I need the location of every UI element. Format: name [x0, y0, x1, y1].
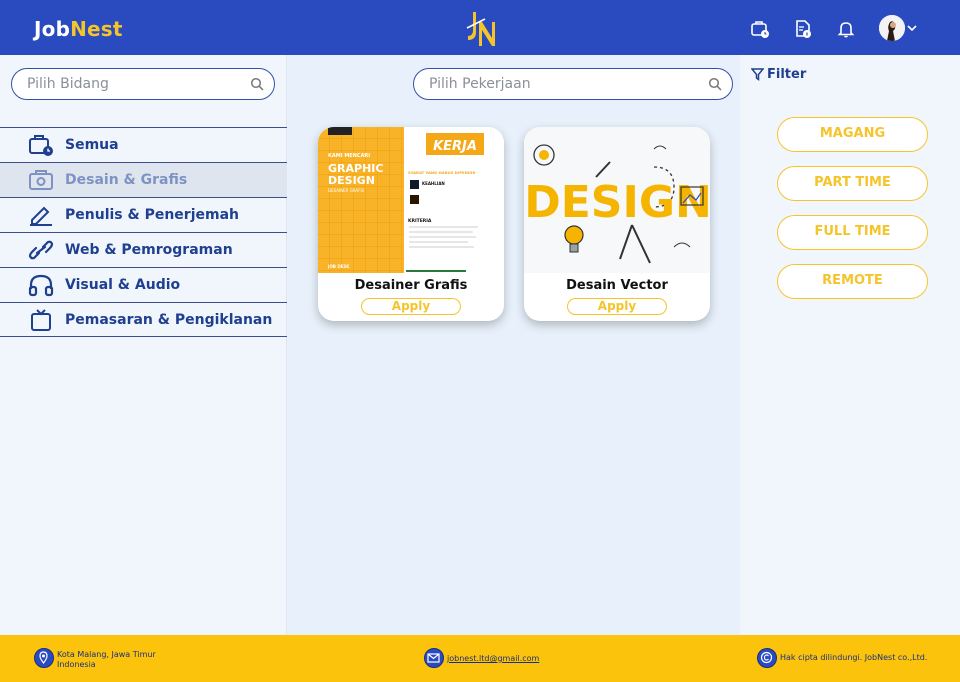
jobnest-logo-icon[interactable] — [463, 10, 499, 48]
field-search-input[interactable] — [27, 74, 237, 94]
filter-funnel-icon — [751, 68, 764, 81]
filter-option-full-time[interactable]: FULL TIME — [777, 215, 928, 250]
email-icon — [424, 648, 444, 668]
category-item-web-pemrograman[interactable]: Web & Pemrograman — [0, 232, 287, 267]
poster-kerja-text: KERJA — [433, 139, 477, 154]
brand-name-part1: Job — [34, 17, 71, 41]
brand-logo-text[interactable]: JobNest — [34, 17, 123, 41]
apply-button[interactable]: Apply — [567, 298, 667, 315]
search-icon[interactable] — [708, 77, 722, 91]
pen-icon — [30, 206, 52, 226]
job-card-desain-vector[interactable]: DESIGN Desain Vector Apply — [524, 127, 710, 321]
poster-kami-mencari-text: KAMI MENCARI — [328, 153, 370, 159]
filter-label: Filter — [767, 67, 807, 82]
filter-option-magang[interactable]: MAGANG — [777, 117, 928, 152]
category-label: Desain & Grafis — [65, 172, 188, 188]
brand-name-part2: Nest — [70, 17, 123, 41]
category-item-semua[interactable]: Semua — [0, 127, 287, 162]
poster-kriteria-text: KRITERIA — [408, 218, 432, 224]
link-icon — [28, 240, 54, 260]
category-label: Web & Pemrograman — [65, 242, 233, 258]
chevron-down-icon[interactable] — [906, 22, 918, 34]
job-search-box[interactable] — [413, 68, 733, 100]
category-label: Semua — [65, 137, 119, 153]
poster-syarat-text: SYARAT YANG HARUS DIPENUHI — [408, 170, 476, 175]
category-item-desain-grafis[interactable]: Desain & Grafis — [0, 162, 287, 197]
category-item-pemasaran-pengiklanan[interactable]: Pemasaran & Pengiklanan — [0, 302, 287, 337]
footer-email-link[interactable]: jobnest.ltd@gmail.com — [447, 654, 539, 663]
category-item-penulis-penerjemah[interactable]: Penulis & Penerjemah — [0, 197, 287, 232]
footer-location-line2: Indonesia — [57, 660, 96, 669]
poster-job-desk-text: JOB DESK — [327, 264, 350, 269]
job-title: Desain Vector — [566, 278, 668, 293]
design-vector-illustration-image: DESIGN — [524, 127, 710, 273]
poster-design-text: DESIGN — [328, 174, 375, 187]
bell-icon[interactable] — [836, 19, 856, 39]
field-search-box[interactable] — [11, 68, 275, 100]
category-list: Semua Desain & Grafis Penulis & Penerjem… — [0, 127, 287, 337]
filter-option-remote[interactable]: REMOTE — [777, 264, 928, 299]
category-item-visual-audio[interactable]: Visual & Audio — [0, 267, 287, 302]
category-sidebar: Semua Desain & Grafis Penulis & Penerjem… — [0, 55, 287, 635]
poster-desainer-grafis-text: DESAINER GRAFIS — [328, 188, 365, 193]
avatar[interactable] — [879, 15, 905, 41]
copyright-icon — [757, 648, 777, 668]
briefcase-clock-icon[interactable] — [750, 19, 770, 39]
camera-bag-icon — [29, 170, 53, 190]
tv-icon — [31, 309, 51, 331]
filter-panel: Filter MAGANG PART TIME FULL TIME REMOTE — [740, 55, 960, 635]
job-card-desainer-grafis[interactable]: KERJA KAMI MENCARI GRAPHIC DESIGN DESAIN… — [318, 127, 504, 321]
job-title: Desainer Grafis — [354, 278, 468, 293]
headphones-icon — [28, 274, 54, 297]
user-photo-icon — [879, 15, 905, 41]
filter-toggle[interactable]: Filter — [751, 67, 806, 82]
footer-location-line1: Kota Malang, Jawa Timur — [57, 650, 156, 659]
illustration-design-text: DESIGN — [524, 177, 710, 228]
document-info-icon[interactable] — [793, 19, 813, 39]
poster-keahlian-text: KEAHLIAN — [422, 181, 445, 186]
location-pin-icon — [34, 648, 54, 668]
briefcase-clock-icon — [29, 135, 53, 156]
footer-copyright: Hak cipta dilindungi. JobNest co.,Ltd. — [780, 653, 928, 662]
category-label: Visual & Audio — [65, 277, 181, 293]
category-label: Pemasaran & Pengiklanan — [65, 312, 273, 328]
filter-option-part-time[interactable]: PART TIME — [777, 166, 928, 201]
top-nav-bar: JobNest — [0, 0, 960, 55]
category-label: Penulis & Penerjemah — [65, 207, 239, 223]
footer: Kota Malang, Jawa Timur Indonesia jobnes… — [0, 635, 960, 682]
apply-button[interactable]: Apply — [361, 298, 461, 315]
job-listing-area: KERJA KAMI MENCARI GRAPHIC DESIGN DESAIN… — [288, 55, 739, 635]
graphic-design-poster-image: KERJA KAMI MENCARI GRAPHIC DESIGN DESAIN… — [318, 127, 504, 273]
job-search-input[interactable] — [429, 74, 684, 94]
search-icon[interactable] — [250, 77, 264, 91]
